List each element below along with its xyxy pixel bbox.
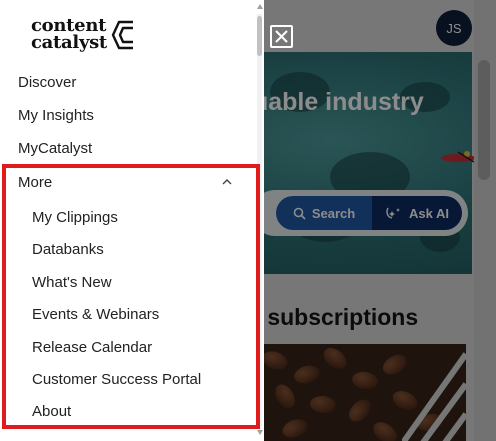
- nav-my-insights[interactable]: My Insights: [18, 107, 94, 124]
- nav-more-label: More: [18, 174, 53, 191]
- content-catalyst-logo[interactable]: content catalyst: [31, 17, 141, 53]
- nav-events-webinars[interactable]: Events & Webinars: [32, 306, 159, 323]
- nav-customer-success-portal[interactable]: Customer Success Portal: [32, 371, 201, 388]
- nav-more-toggle[interactable]: More: [18, 174, 234, 194]
- nav-about[interactable]: About: [32, 403, 71, 420]
- nav-my-clippings[interactable]: My Clippings: [32, 209, 118, 226]
- scroll-down-arrow-icon[interactable]: [257, 430, 263, 435]
- drawer-scrollbar[interactable]: [257, 4, 263, 435]
- close-button[interactable]: [270, 25, 293, 48]
- nav-mycatalyst[interactable]: MyCatalyst: [18, 140, 92, 157]
- close-icon: [275, 30, 288, 43]
- navigation-drawer: content catalyst Discover My Insights My…: [0, 0, 264, 441]
- logo-c-icon: [111, 20, 133, 50]
- scroll-up-arrow-icon[interactable]: [257, 4, 263, 9]
- logo-line-2: catalyst: [31, 32, 107, 53]
- chevron-up-icon: [222, 179, 232, 185]
- nav-whats-new[interactable]: What's New: [32, 274, 112, 291]
- drawer-scrollbar-thumb[interactable]: [257, 16, 262, 56]
- nav-discover[interactable]: Discover: [18, 74, 76, 91]
- nav-databanks[interactable]: Databanks: [32, 241, 104, 258]
- nav-release-calendar[interactable]: Release Calendar: [32, 339, 152, 356]
